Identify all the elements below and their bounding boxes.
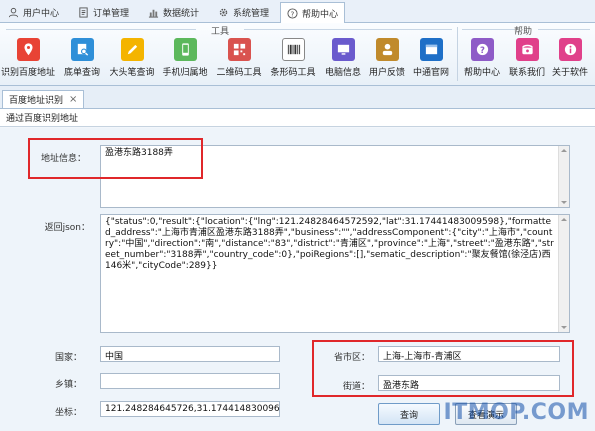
town-field[interactable] [100,373,280,389]
feedback-user-icon [375,38,399,61]
question-icon: ? [470,38,494,61]
tool-label: 二维码工具 [216,68,262,78]
menu-tab-label: 帮助中心 [302,9,339,20]
scrollbar[interactable] [558,146,569,207]
query-button[interactable]: 查询 [378,403,440,425]
menu-tab-label: 订单管理 [93,9,130,19]
menu-tab-statistics[interactable]: 数据统计 [142,3,205,22]
group-divider-line [462,29,514,30]
watermark-logo: ITMOP.COM [443,400,589,425]
tool-label: 联系我们 [508,68,545,78]
tool-label: 中通官网 [412,68,449,78]
qrcode-icon [227,38,251,61]
menu-tab-help-center[interactable]: ? 帮助中心 [280,2,346,23]
tool-button-receipt-query[interactable]: 底单查询 [56,38,108,82]
tool-label: 关于软件 [551,68,588,78]
town-label: 乡镇： [54,380,82,390]
tool-label: 手机归属地 [162,68,208,78]
pen-icon [120,38,144,61]
tools-group-label: 工具 [210,27,229,37]
menu-tab-system[interactable]: 系统管理 [212,3,275,22]
monitor-icon [331,38,355,61]
map-pin-icon [16,38,40,61]
country-field[interactable]: 中国 [100,346,280,362]
help-button-about[interactable]: 关于软件 [544,38,595,82]
menu-tab-orders[interactable]: 订单管理 [72,3,135,22]
coordinate-field[interactable]: 121.248284645726,31.174414830096 [100,401,280,417]
tool-label: 帮助中心 [463,68,500,78]
svg-text:?: ? [291,9,295,18]
menu-tab-label: 数据统计 [163,9,200,19]
barcode-icon [281,38,305,61]
gear-icon [219,8,228,17]
tool-label: 大头笔查询 [109,68,155,78]
country-label: 国家： [54,353,82,363]
group-divider-line [6,29,196,30]
document-tab-baidu-address[interactable]: 百度地址识别 × [2,90,85,108]
close-icon[interactable]: × [69,94,77,105]
json-label: 返回json： [44,223,90,233]
svg-text:?: ? [480,45,485,55]
tool-button-baidu-address[interactable]: 识别百度地址 [1,38,56,82]
coordinate-label: 坐标： [54,408,82,418]
menu-tab-user-center[interactable]: 用户中心 [2,3,65,22]
mobile-icon [173,38,197,61]
bar-chart-icon [148,9,159,18]
tool-label: 底单查询 [63,68,100,78]
page-title: 通过百度识别地址 [0,109,595,127]
highlight-box-region-street [312,340,574,397]
tool-button-zto-website[interactable]: 中通官网 [405,38,457,82]
scrollbar[interactable] [558,215,569,332]
top-menu-bar: 用户中心 订单管理 数据统计 系统管理 ? 帮助中心 [0,0,595,23]
ribbon-toolbar: 工具 帮助 识别百度地址 底单查询 大头笔查询 手机归属地 二维码工具 条形码工… [0,23,595,86]
json-value: {"status":0,"result":{"location":{"lng":… [105,217,554,271]
user-icon [8,7,19,18]
tool-button-qrcode[interactable]: 二维码工具 [213,38,265,82]
tool-button-marker-query[interactable]: 大头笔查询 [106,38,158,82]
website-icon [419,38,443,61]
group-divider-line [538,29,590,30]
document-tab-strip: 百度地址识别 × [0,86,595,109]
tool-button-phone-location[interactable]: 手机归属地 [159,38,211,82]
highlight-box-address [28,138,203,179]
menu-tab-label: 用户中心 [23,9,60,19]
menu-tab-label: 系统管理 [233,9,270,19]
tool-label: 电脑信息 [324,68,361,78]
document-icon [79,7,88,18]
info-icon [558,38,582,61]
group-divider-line [244,29,452,30]
tool-label: 用户反馈 [368,68,405,78]
tool-button-barcode[interactable]: 条形码工具 [267,38,319,82]
document-tab-label: 百度地址识别 [9,96,64,106]
tool-label: 识别百度地址 [1,68,56,78]
phone-icon [515,38,539,61]
receipt-search-icon [70,38,94,61]
tool-label: 条形码工具 [270,68,316,78]
json-textarea[interactable]: {"status":0,"result":{"location":{"lng":… [100,214,570,333]
help-group-label: 帮助 [513,27,532,37]
help-icon: ? [287,7,298,19]
